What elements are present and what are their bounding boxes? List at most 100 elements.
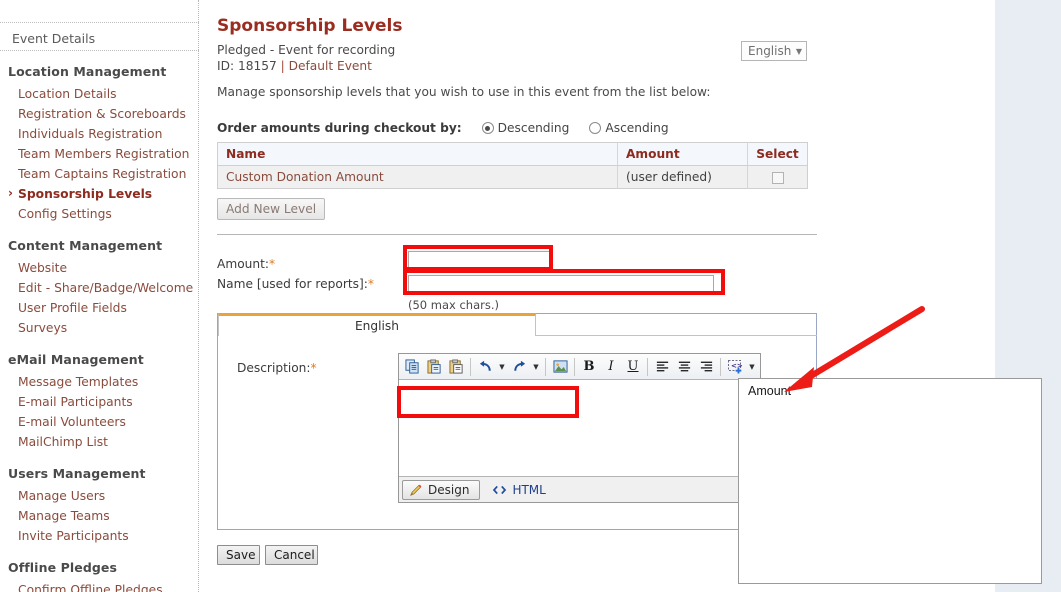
radio-descending[interactable]: Descending xyxy=(481,121,570,135)
sidebar-item-registration-scoreboards[interactable]: Registration & Scoreboards xyxy=(0,104,199,124)
column-header-amount: Amount xyxy=(617,142,748,166)
sidebar-event-divider xyxy=(0,50,199,51)
nav-group: eMail Management Message Templates E-mail … xyxy=(0,350,199,452)
tab-design[interactable]: Design xyxy=(402,479,481,500)
row-select-checkbox[interactable] xyxy=(771,171,784,184)
amount-label: Amount:* xyxy=(217,257,275,271)
italic-icon[interactable]: I xyxy=(600,356,622,378)
annotation-box-name-field xyxy=(403,269,725,295)
language-tab-panel: English Description:* ▼ ▼ B I U <> ▼ Des… xyxy=(217,313,817,530)
cell-level-name[interactable]: Custom Donation Amount xyxy=(217,165,618,189)
underline-icon[interactable]: U xyxy=(622,356,644,378)
description-label: Description:* xyxy=(237,361,317,375)
app-root: Event Details Location Management Locatio… xyxy=(0,0,1061,592)
cancel-button[interactable]: Cancel xyxy=(265,545,318,565)
save-button[interactable]: Save xyxy=(217,545,260,565)
paste-icon[interactable] xyxy=(423,356,445,378)
redo-icon[interactable] xyxy=(508,356,530,378)
redo-dropdown-caret-icon[interactable]: ▼ xyxy=(530,363,542,371)
sidebar-item-user-profile-fields[interactable]: User Profile Fields xyxy=(0,298,199,318)
svg-text:<>: <> xyxy=(731,362,743,370)
sidebar-item-mailchimp-list[interactable]: MailChimp List xyxy=(0,432,199,452)
nav-group-heading: Content Management xyxy=(8,238,163,253)
sidebar-item-manage-users[interactable]: Manage Users xyxy=(0,486,199,506)
tab-english[interactable]: English xyxy=(218,313,536,336)
name-required-marker: * xyxy=(367,277,374,291)
bold-icon[interactable]: B xyxy=(578,356,600,378)
table-header-row: Name Amount Select xyxy=(217,142,808,166)
chevron-down-icon: ▼ xyxy=(795,46,802,56)
code-brackets-icon xyxy=(493,485,507,494)
event-id: ID: 18157 xyxy=(217,59,277,73)
insert-field-dropdown-panel[interactable]: Amount xyxy=(738,378,1042,584)
sidebar-item-manage-teams[interactable]: Manage Teams xyxy=(0,506,199,526)
undo-dropdown-caret-icon[interactable]: ▼ xyxy=(496,363,508,371)
sidebar-item-e-mail-participants[interactable]: E-mail Participants xyxy=(0,392,199,412)
tab-html[interactable]: HTML xyxy=(490,483,546,497)
sidebar-item-config-settings[interactable]: Config Settings xyxy=(0,204,199,224)
insert-image-icon[interactable] xyxy=(549,356,571,378)
toolbar-separator-5 xyxy=(720,357,721,376)
sidebar-item-location-details[interactable]: Location Details xyxy=(0,84,199,104)
sidebar-item-invite-participants[interactable]: Invite Participants xyxy=(0,526,199,546)
insert-field-icon[interactable]: <> xyxy=(724,356,746,378)
description-label-text: Description: xyxy=(237,361,311,375)
order-amounts-row: Order amounts during checkout by: Descen… xyxy=(217,121,669,135)
tab-design-label: Design xyxy=(428,482,470,497)
sponsorship-levels-table: Name Amount Select Custom Donation Amoun… xyxy=(217,142,808,189)
name-label-text: Name [used for reports]: xyxy=(217,277,368,291)
add-new-level-button[interactable]: Add New Level xyxy=(217,198,326,220)
nav-group: Users Management Manage Users Manage Teams… xyxy=(0,464,199,546)
table-row: Custom Donation Amount (user defined) xyxy=(217,165,808,189)
name-label: Name [used for reports]:* xyxy=(217,277,374,291)
rich-text-editor: ▼ ▼ B I U <> ▼ Design HTML xyxy=(398,353,761,503)
align-center-icon[interactable] xyxy=(673,356,695,378)
sidebar-item-sponsorship-levels[interactable]: Sponsorship Levels xyxy=(0,184,199,204)
description-required-marker: * xyxy=(310,361,317,375)
nav-group: Content Management Website Edit - Share/Ba… xyxy=(0,236,199,338)
tab-strip-filler xyxy=(536,335,817,336)
amount-label-text: Amount: xyxy=(217,257,269,271)
dropdown-item-amount[interactable]: Amount xyxy=(739,379,1041,398)
nav-group-heading: eMail Management xyxy=(8,352,144,367)
meta-separator: | xyxy=(280,59,285,73)
toolbar-separator-2 xyxy=(545,357,546,376)
copy-icon[interactable] xyxy=(401,356,423,378)
nav-group-heading: Offline Pledges xyxy=(8,560,118,575)
editor-toolbar: ▼ ▼ B I U <> ▼ xyxy=(399,354,760,380)
intro-text: Manage sponsorship levels that you wish … xyxy=(217,85,711,99)
paste-text-icon[interactable] xyxy=(445,356,467,378)
column-header-select: Select xyxy=(747,142,808,166)
language-select[interactable]: English ▼ xyxy=(741,41,807,61)
undo-icon[interactable] xyxy=(474,356,496,378)
default-event-link[interactable]: Default Event xyxy=(289,59,372,73)
sidebar-item-message-templates[interactable]: Message Templates xyxy=(0,372,199,392)
radio-ascending-indicator xyxy=(589,122,602,134)
sidebar-item-surveys[interactable]: Surveys xyxy=(0,318,199,338)
nav-group-heading: Users Management xyxy=(8,466,146,481)
editor-mode-bar: Design HTML xyxy=(399,476,760,502)
cell-level-select xyxy=(747,165,808,189)
annotation-box-amount-field xyxy=(403,245,553,271)
cell-level-amount: (user defined) xyxy=(617,165,748,189)
nav-group: Location Management Location Details Regis… xyxy=(0,62,199,224)
tab-strip: English xyxy=(218,313,536,336)
align-left-icon[interactable] xyxy=(651,356,673,378)
sidebar-item-edit-share-badge-welcome[interactable]: Edit - Share/Badge/Welcome xyxy=(0,278,199,298)
sidebar: Event Details Location Management Locatio… xyxy=(0,0,199,592)
sidebar-item-event-details[interactable]: Event Details xyxy=(12,31,95,46)
section-divider xyxy=(217,234,817,235)
sidebar-item-team-members-registration[interactable]: Team Members Registration xyxy=(0,144,199,164)
sidebar-item-individuals-registration[interactable]: Individuals Registration xyxy=(0,124,199,144)
sidebar-item-e-mail-volunteers[interactable]: E-mail Volunteers xyxy=(0,412,199,432)
sidebar-item-confirm-offline-pledges[interactable]: Confirm Offline Pledges xyxy=(0,580,199,592)
radio-ascending[interactable]: Ascending xyxy=(589,121,669,135)
insert-field-dropdown-caret-icon[interactable]: ▼ xyxy=(746,363,758,371)
sidebar-item-website[interactable]: Website xyxy=(0,258,199,278)
align-right-icon[interactable] xyxy=(695,356,717,378)
event-name: Pledged - Event for recording xyxy=(217,43,396,57)
max-chars-hint: (50 max chars.) xyxy=(408,298,500,312)
radio-descending-label: Descending xyxy=(497,121,570,135)
sidebar-nav: Location Management Location Details Regis… xyxy=(0,62,199,592)
sidebar-item-team-captains-registration[interactable]: Team Captains Registration xyxy=(0,164,199,184)
